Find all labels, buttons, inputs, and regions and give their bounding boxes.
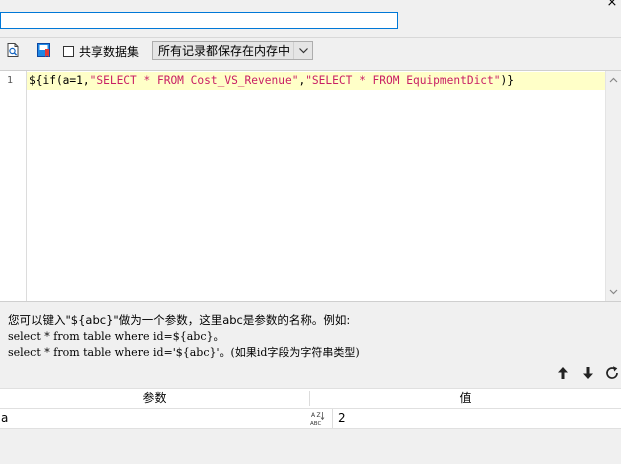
- close-button[interactable]: ×: [604, 0, 620, 10]
- code-string: "SELECT * FROM EquipmentDict": [305, 74, 501, 87]
- column-header-value[interactable]: 值: [310, 389, 621, 408]
- svg-text:Z: Z: [317, 412, 321, 419]
- preview-icon[interactable]: [5, 42, 21, 58]
- refresh-icon[interactable]: [604, 365, 620, 381]
- parameter-table: 参数 值 a A Z ABC 2: [0, 388, 621, 464]
- hint-example: select * from table where id=${abc}。: [8, 329, 225, 343]
- storage-mode-select[interactable]: 所有记录都保存在内存中: [152, 41, 313, 60]
- column-header-param[interactable]: 参数: [0, 389, 309, 408]
- shared-dataset-label: 共享数据集: [79, 44, 140, 59]
- toolbar: 共享数据集 所有记录都保存在内存中: [0, 37, 621, 64]
- bookmark-icon[interactable]: [36, 42, 52, 58]
- code-token: )}: [500, 74, 514, 87]
- table-row[interactable]: a A Z ABC 2: [0, 409, 621, 429]
- chevron-down-icon: [293, 42, 312, 59]
- sql-editor[interactable]: 1 ${if(a=1,"SELECT * FROM Cost_VS_Revenu…: [0, 70, 621, 302]
- shared-dataset-checkbox[interactable]: [63, 45, 74, 57]
- storage-mode-value: 所有记录都保存在内存中: [158, 44, 291, 58]
- column-divider: [332, 409, 333, 428]
- vertical-scrollbar[interactable]: [605, 71, 621, 301]
- hint-example: select * from table where id='${abc}'。(如…: [8, 346, 360, 359]
- param-value-cell[interactable]: 2: [338, 409, 346, 428]
- line-number: 1: [7, 75, 14, 86]
- parameter-hint: 您可以键入"${abc}"做为一个参数，这里abc是参数的名称。例如: sele…: [8, 312, 360, 362]
- shared-dataset-option[interactable]: 共享数据集: [63, 44, 140, 59]
- svg-text:ABC: ABC: [310, 421, 321, 427]
- dataset-name-input[interactable]: [0, 12, 398, 29]
- top-bar: ×: [0, 0, 621, 37]
- svg-text:A: A: [311, 412, 316, 419]
- line-gutter: 1: [0, 71, 27, 301]
- param-name-cell: a: [1, 411, 9, 425]
- arrow-up-icon[interactable]: [555, 365, 571, 381]
- table-header: 参数 值: [0, 388, 621, 409]
- code-line[interactable]: ${if(a=1,"SELECT * FROM Cost_VS_Revenue"…: [27, 72, 605, 90]
- scroll-up-icon[interactable]: [609, 76, 618, 85]
- code-token: ${if(a=1,: [29, 74, 90, 87]
- scroll-down-icon[interactable]: [609, 287, 618, 296]
- abc-type-icon[interactable]: A Z ABC: [309, 410, 329, 427]
- code-string: "SELECT * FROM Cost_VS_Revenue": [89, 74, 299, 87]
- arrow-down-icon[interactable]: [580, 365, 596, 381]
- hint-line: 您可以键入"${abc}"做为一个参数，这里abc是参数的名称。例如:: [8, 313, 351, 327]
